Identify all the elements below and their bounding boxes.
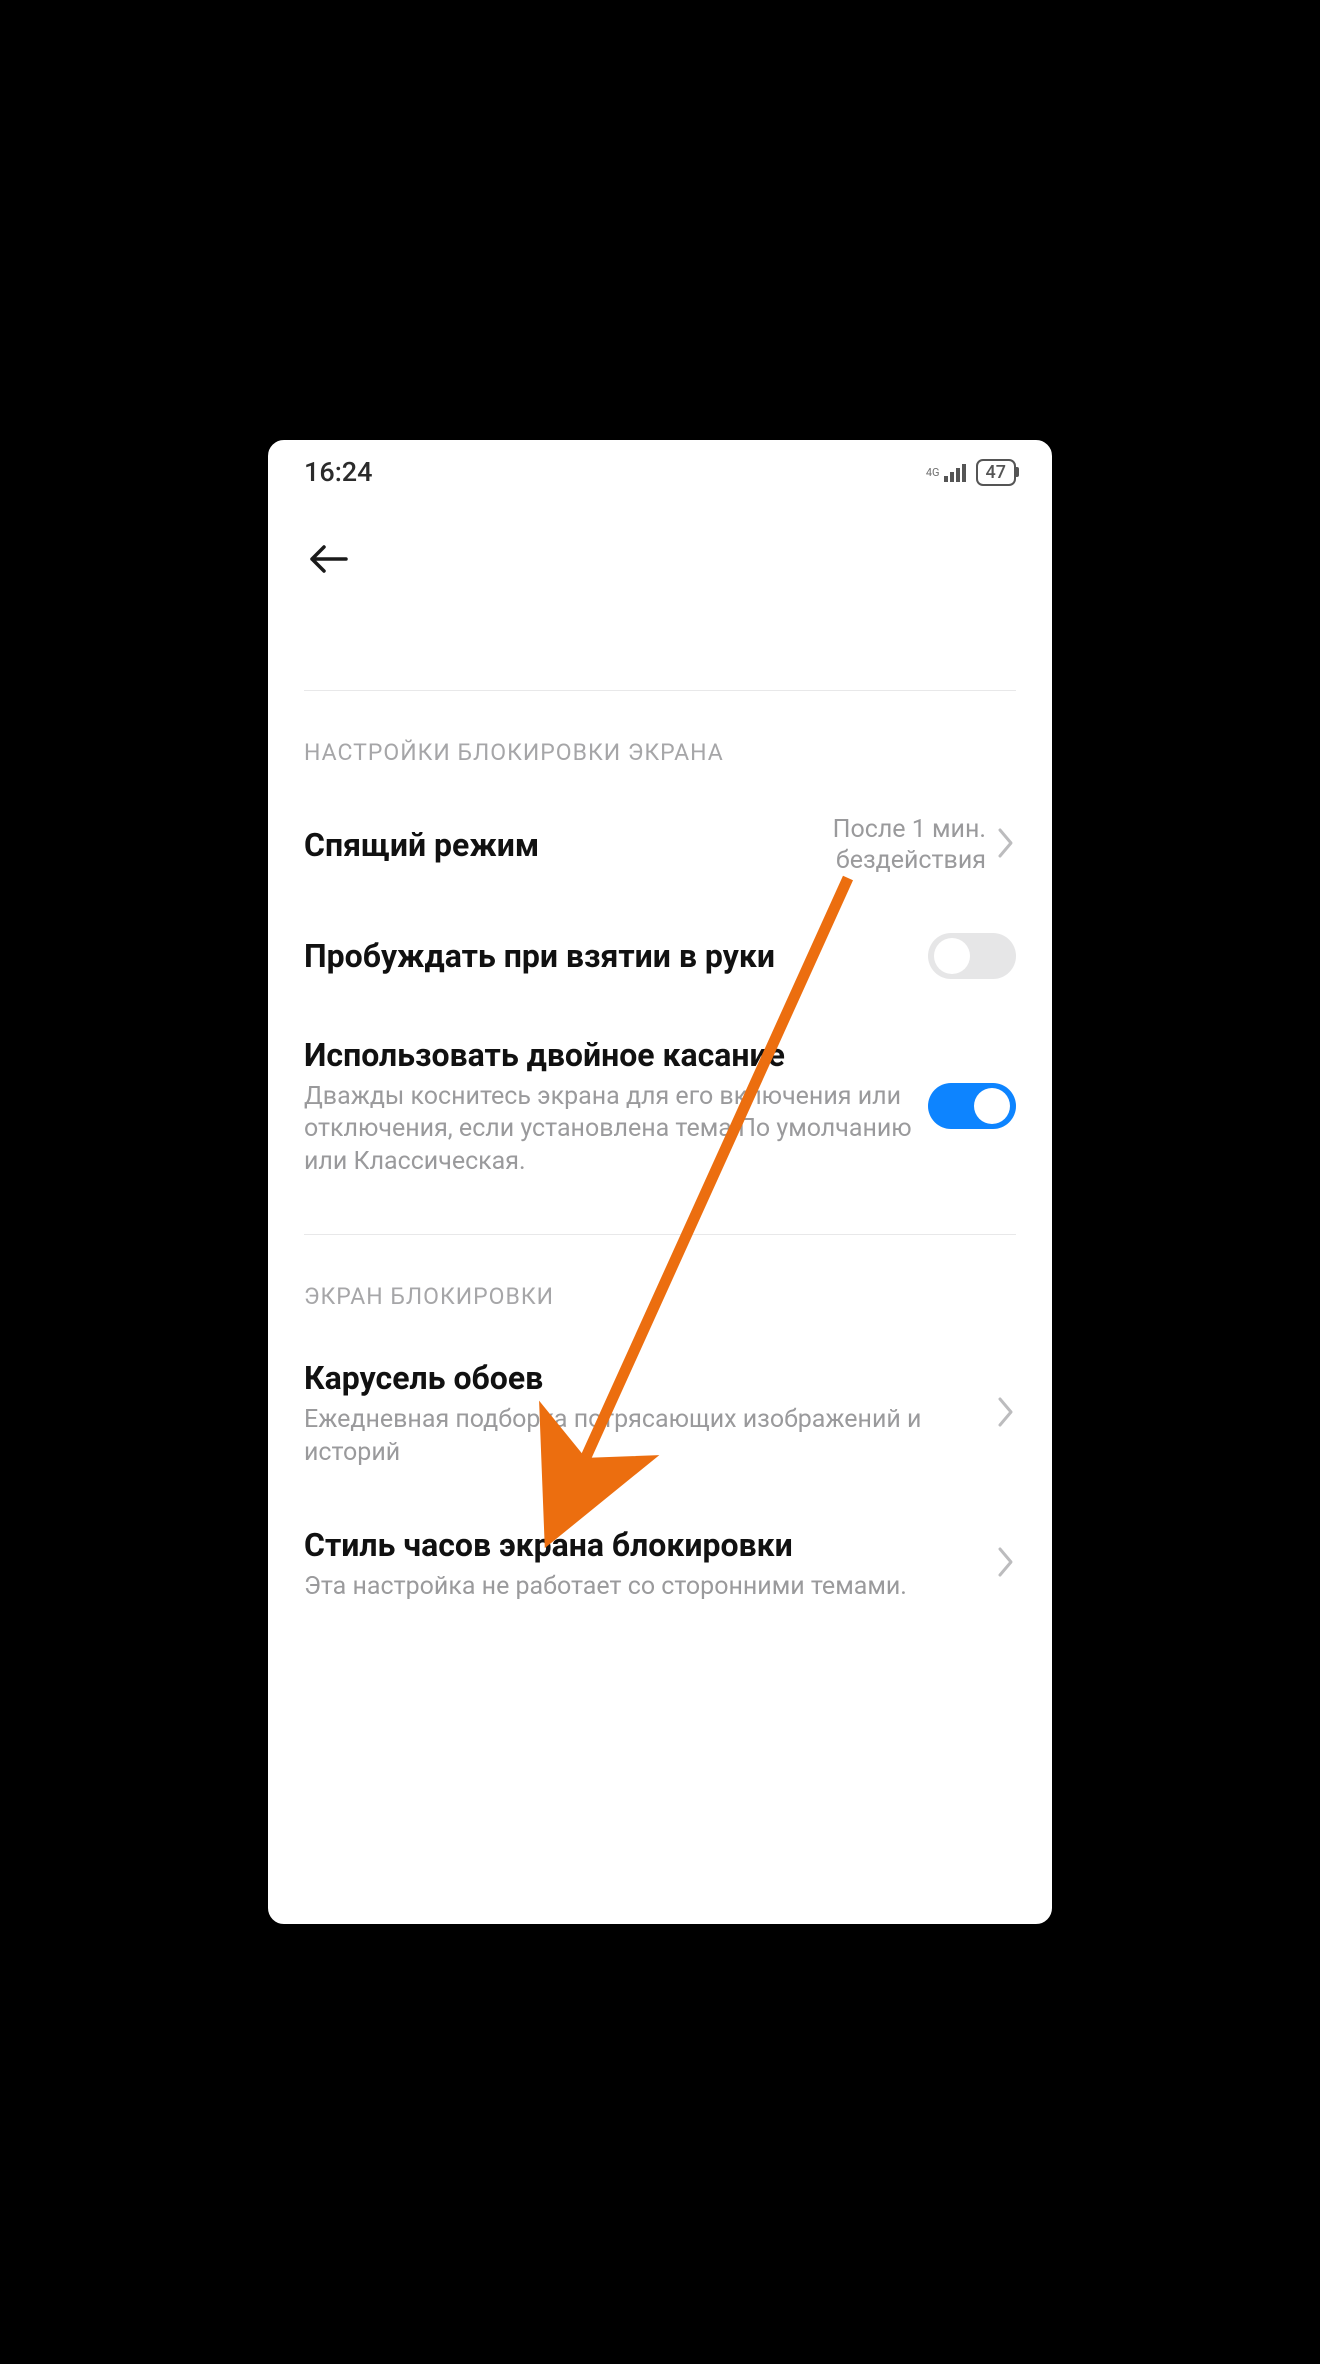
setting-title: Пробуждать при взятии в руки <box>304 936 912 976</box>
section-header-lock-settings: НАСТРОЙКИ БЛОКИРОВКИ ЭКРАНА <box>304 691 1016 786</box>
setting-subtitle: Дважды коснитесь экрана для его включени… <box>304 1081 912 1179</box>
toggle-raise-to-wake[interactable] <box>928 933 1016 979</box>
setting-lock-clock-style[interactable]: Стиль часов экрана блокировки Эта настро… <box>304 1497 1016 1632</box>
toggle-double-tap[interactable] <box>928 1083 1016 1129</box>
status-icons: 4G 47 <box>926 459 1016 486</box>
setting-title: Карусель обоев <box>304 1358 980 1398</box>
setting-raise-to-wake[interactable]: Пробуждать при взятии в руки <box>304 905 1016 1007</box>
battery-percent: 47 <box>986 462 1006 483</box>
phone-frame: 16:24 4G 47 НАСТРОЙКИ БЛОКИРОВКИ ЭКРАНА <box>260 432 1060 1932</box>
chevron-right-icon <box>996 1545 1016 1583</box>
setting-value: После 1 мин. бездействия <box>833 814 986 877</box>
chevron-right-icon <box>996 826 1016 864</box>
status-bar: 16:24 4G 47 <box>268 440 1052 496</box>
status-time: 16:24 <box>304 456 373 488</box>
content: НАСТРОЙКИ БЛОКИРОВКИ ЭКРАНА Спящий режим… <box>268 690 1052 1632</box>
setting-title: Спящий режим <box>304 825 817 865</box>
setting-subtitle: Эта настройка не работает со сторонними … <box>304 1571 980 1604</box>
setting-title: Стиль часов экрана блокировки <box>304 1525 980 1565</box>
network-type-label: 4G <box>926 466 940 479</box>
battery-icon: 47 <box>976 459 1016 486</box>
chevron-right-icon <box>996 1395 1016 1433</box>
setting-subtitle: Ежедневная подборка потрясающих изображе… <box>304 1404 980 1469</box>
setting-title: Использовать двойное касание <box>304 1035 912 1075</box>
setting-sleep-mode[interactable]: Спящий режим После 1 мин. бездействия <box>304 786 1016 905</box>
back-button[interactable] <box>302 532 1018 590</box>
signal-icon <box>944 462 970 482</box>
setting-double-tap[interactable]: Использовать двойное касание Дважды косн… <box>304 1007 1016 1207</box>
section-header-lock-screen: ЭКРАН БЛОКИРОВКИ <box>304 1235 1016 1330</box>
header <box>268 496 1052 610</box>
setting-wallpaper-carousel[interactable]: Карусель обоев Ежедневная подборка потря… <box>304 1330 1016 1497</box>
